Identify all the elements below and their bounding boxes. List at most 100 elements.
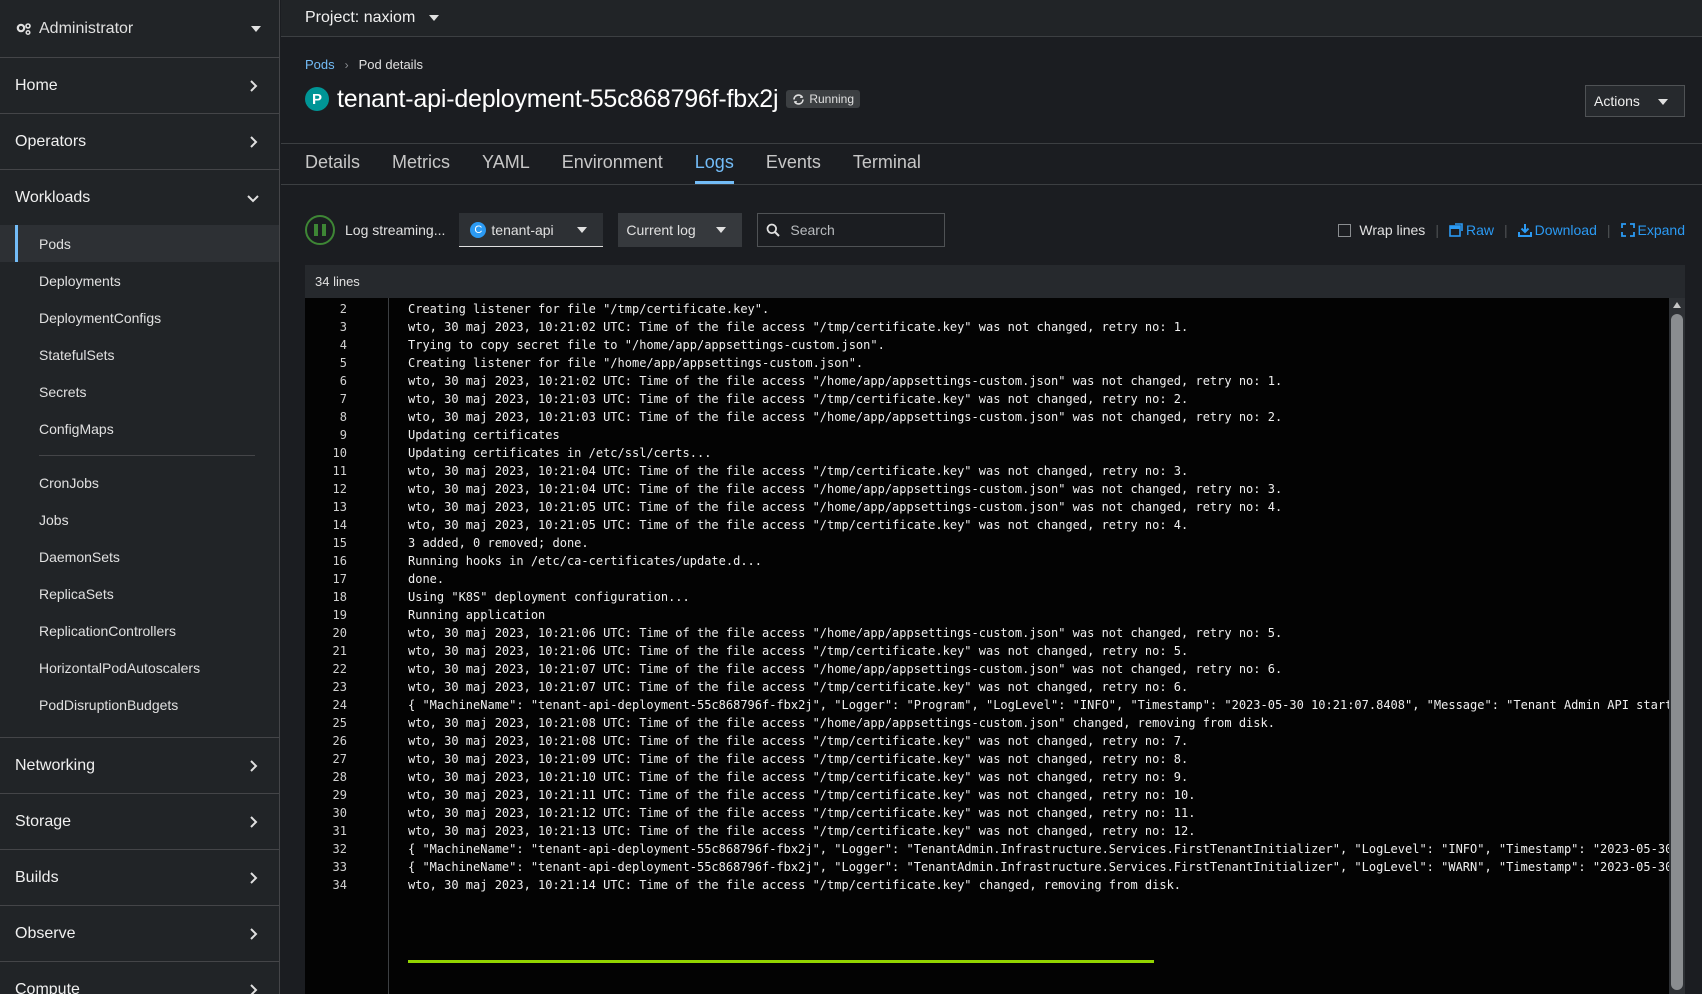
tab-logs[interactable]: Logs: [694, 144, 734, 184]
nav-builds[interactable]: Builds: [0, 850, 279, 905]
sidebar-item-deploymentconfigs[interactable]: DeploymentConfigs: [0, 299, 279, 336]
nav-section-builds: Builds: [0, 850, 279, 906]
nav-home[interactable]: Home: [0, 58, 279, 113]
page-title-row: P tenant-api-deployment-55c868796f-fbx2j…: [305, 82, 861, 116]
sidebar: Administrator Home Operators Workloads P…: [0, 0, 280, 994]
status-badge: Running: [786, 90, 861, 108]
nav-storage[interactable]: Storage: [0, 794, 279, 849]
tab-details[interactable]: Details: [305, 144, 360, 184]
separator: |: [1435, 222, 1439, 238]
nav-builds-label: Builds: [15, 868, 59, 886]
nav-section-compute: Compute: [0, 962, 279, 994]
nav-section-home: Home: [0, 58, 279, 114]
sidebar-item-pods[interactable]: Pods: [0, 225, 279, 262]
sidebar-item-label: PodDisruptionBudgets: [39, 696, 179, 713]
pause-streaming-button[interactable]: [305, 215, 335, 245]
nav-compute-label: Compute: [15, 980, 80, 994]
nav-home-label: Home: [15, 76, 58, 94]
actions-dropdown[interactable]: Actions: [1585, 85, 1685, 117]
sidebar-item-secrets[interactable]: Secrets: [0, 373, 279, 410]
chevron-right-icon: [247, 135, 259, 148]
sidebar-item-label: DeploymentConfigs: [39, 309, 162, 326]
log-line-text: wto, 30 maj 2023, 10:21:13 UTC: Time of …: [408, 824, 1196, 838]
perspective-switcher[interactable]: Administrator: [0, 0, 279, 58]
expand-button[interactable]: Expand: [1620, 222, 1685, 238]
sidebar-item-replicationcontrollers[interactable]: ReplicationControllers: [0, 612, 279, 649]
caret-down-icon: [1658, 99, 1668, 105]
caret-down-icon: [577, 227, 588, 233]
sidebar-item-cronjobs[interactable]: CronJobs: [0, 464, 279, 501]
chevron-right-icon: [247, 871, 259, 884]
sidebar-item-replicasets[interactable]: ReplicaSets: [0, 575, 279, 612]
log-end-indicator: [408, 960, 1154, 963]
separator: |: [1503, 222, 1508, 238]
sidebar-item-label: HorizontalPodAutoscalers: [39, 659, 201, 676]
log-scrollbar[interactable]: [1669, 298, 1685, 994]
download-button[interactable]: Download: [1517, 222, 1597, 238]
wrap-lines-checkbox[interactable]: [1338, 223, 1352, 237]
sidebar-item-configmaps[interactable]: ConfigMaps: [0, 410, 279, 447]
cogs-icon: [15, 20, 33, 38]
nav-compute[interactable]: Compute: [0, 962, 279, 994]
sidebar-item-label: ReplicaSets: [39, 585, 114, 602]
log-line-text: wto, 30 maj 2023, 10:21:12 UTC: Time of …: [408, 806, 1196, 820]
nav-operators[interactable]: Operators: [0, 114, 279, 169]
tab-terminal[interactable]: Terminal: [853, 144, 921, 184]
log-line-text: wto, 30 maj 2023, 10:21:05 UTC: Time of …: [408, 500, 1283, 514]
chevron-right-icon: [247, 983, 259, 994]
perspective-label: Administrator: [39, 19, 134, 37]
nav-networking[interactable]: Networking: [0, 738, 279, 793]
sidebar-item-statefulsets[interactable]: StatefulSets: [0, 336, 279, 373]
log-line-text: wto, 30 maj 2023, 10:21:02 UTC: Time of …: [408, 320, 1189, 334]
log-line-text: wto, 30 maj 2023, 10:21:04 UTC: Time of …: [408, 464, 1189, 478]
breadcrumb-pods-link[interactable]: Pods: [305, 57, 335, 72]
sidebar-item-horizontalpodautoscalers[interactable]: HorizontalPodAutoscalers: [0, 649, 279, 686]
external-link-icon: [1449, 223, 1463, 237]
log-line-text: Creating listener for file "/home/app/ap…: [408, 356, 864, 370]
sidebar-item-label: Pods: [39, 235, 71, 252]
sidebar-item-label: StatefulSets: [39, 346, 115, 363]
tab-environment[interactable]: Environment: [562, 144, 663, 184]
tab-metrics[interactable]: Metrics: [392, 144, 450, 184]
workloads-subnav: Pods Deployments DeploymentConfigs State…: [0, 225, 279, 737]
sidebar-item-daemonsets[interactable]: DaemonSets: [0, 538, 279, 575]
log-line-text: Updating certificates: [408, 428, 560, 442]
log-line-text: wto, 30 maj 2023, 10:21:03 UTC: Time of …: [408, 410, 1283, 424]
tab-yaml[interactable]: YAML: [482, 144, 530, 184]
download-label: Download: [1534, 222, 1597, 238]
sidebar-item-label: DaemonSets: [39, 548, 120, 565]
tab-events[interactable]: Events: [766, 144, 821, 184]
nav-workloads[interactable]: Workloads: [0, 170, 279, 225]
scrollbar-thumb[interactable]: [1671, 314, 1683, 990]
sync-icon: [792, 93, 805, 106]
separator: |: [1606, 222, 1611, 238]
project-selector[interactable]: Project: naxiom: [281, 0, 1702, 37]
container-select-value: tenant-api: [491, 221, 554, 238]
sidebar-item-deployments[interactable]: Deployments: [0, 262, 279, 299]
log-line-text: Running hooks in /etc/ca-certificates/up…: [408, 554, 763, 568]
log-window[interactable]: 2 3 4 5 6 7 8 9 10 11 12 13 14 15 16 17 18 19 20 21 22 23 24 25…: [305, 298, 1685, 994]
container-select[interactable]: C tenant-api: [459, 213, 604, 247]
nav-networking-label: Networking: [15, 756, 96, 774]
tab-bar: Details Metrics YAML Environment Logs Ev…: [281, 144, 1702, 185]
nav-observe[interactable]: Observe: [0, 906, 279, 961]
pause-icon: [322, 224, 326, 236]
wrap-lines-label: Wrap lines: [1359, 222, 1426, 238]
sidebar-item-label: Secrets: [39, 383, 87, 400]
caret-down-icon: [716, 227, 727, 233]
log-type-select[interactable]: Current log: [618, 213, 743, 247]
scroll-up-arrow-icon[interactable]: [1673, 302, 1681, 308]
container-badge: C: [470, 221, 487, 238]
sidebar-item-jobs[interactable]: Jobs: [0, 501, 279, 538]
sidebar-item-poddisruptionbudgets[interactable]: PodDisruptionBudgets: [0, 686, 279, 723]
breadcrumb-separator-icon: ›: [344, 57, 349, 72]
log-line-text: wto, 30 maj 2023, 10:21:11 UTC: Time of …: [408, 788, 1196, 802]
log-line-text: wto, 30 maj 2023, 10:21:14 UTC: Time of …: [408, 878, 1182, 892]
log-line-text: wto, 30 maj 2023, 10:21:02 UTC: Time of …: [408, 374, 1283, 388]
download-icon: [1517, 223, 1532, 237]
search-input[interactable]: [790, 222, 941, 238]
log-line-text: { "MachineName": "tenant-api-deployment-…: [408, 860, 1669, 874]
raw-button[interactable]: Raw: [1449, 222, 1494, 238]
main-content: Project: naxiom Pods › Pod details P ten…: [281, 0, 1702, 994]
log-line-text: Updating certificates in /etc/ssl/certs.…: [408, 446, 712, 460]
